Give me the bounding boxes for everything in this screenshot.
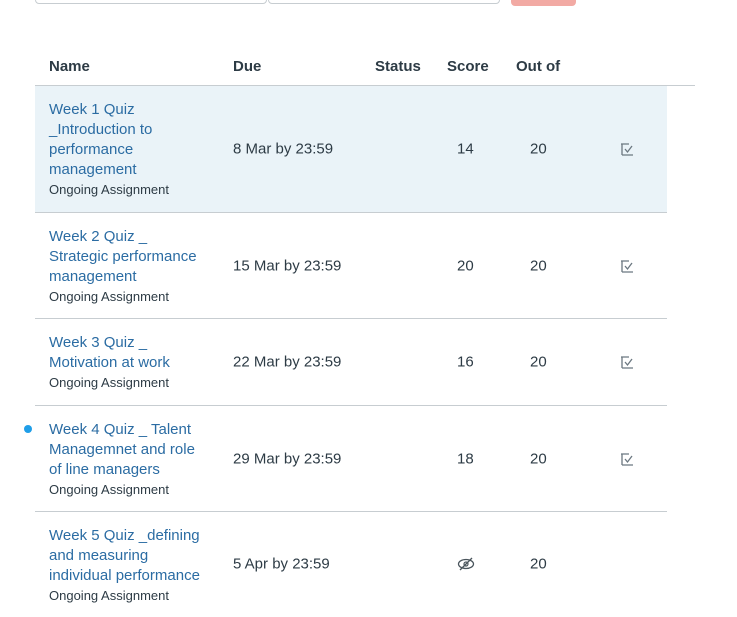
table-row: Week 1 Quiz _Introduction to performance…: [35, 86, 667, 213]
header-name[interactable]: Name: [49, 58, 90, 75]
title-line: Week 2 Quiz _: [49, 228, 148, 245]
table-row: Week 4 Quiz _ Talent Managemnet and role…: [24, 406, 667, 512]
out-of-value: 20: [530, 257, 547, 274]
header-status: Status: [375, 58, 421, 75]
apply-button[interactable]: [511, 0, 576, 6]
out-of-value: 20: [530, 353, 547, 371]
title-line: Week 3 Quiz _: [49, 334, 148, 351]
score-value: 20: [457, 257, 474, 274]
table-row: Week 3 Quiz _ Motivation at work Ongoing…: [35, 319, 667, 406]
score-value: 14: [457, 140, 474, 158]
table-row: Week 5 Quiz _defining and measuring indi…: [35, 512, 667, 617]
title-line: Motivation at work: [49, 354, 170, 371]
filter-select-2[interactable]: [268, 0, 500, 4]
assignment-name-cell: Week 2 Quiz _ Strategic performance mana…: [49, 227, 197, 305]
header-due[interactable]: Due: [233, 58, 261, 75]
title-line: Week 1 Quiz: [49, 101, 135, 118]
filter-select-1[interactable]: [35, 0, 267, 4]
header-score: Score: [447, 58, 489, 75]
assignment-name-cell: Week 4 Quiz _ Talent Managemnet and role…: [49, 420, 195, 498]
title-line: and measuring: [49, 547, 149, 564]
score-value: 16: [457, 353, 474, 371]
assignment-name-cell: Week 3 Quiz _ Motivation at work Ongoing…: [49, 333, 170, 391]
top-filter-bar: [0, 0, 737, 6]
assignment-name-cell: Week 5 Quiz _defining and measuring indi…: [49, 526, 200, 604]
grades-table: Name Due Status Score Out of Week 1 Quiz…: [24, 48, 695, 617]
assignment-group-label: Ongoing Assignment: [49, 482, 169, 497]
assignment-group-label: Ongoing Assignment: [49, 375, 169, 390]
due-date: 8 Mar by 23:59: [233, 140, 334, 158]
out-of-value: 20: [530, 140, 547, 158]
out-of-value: 20: [530, 555, 547, 573]
title-line: management: [49, 268, 137, 285]
assignment-title-link[interactable]: Week 5 Quiz _defining and measuring indi…: [49, 526, 200, 586]
assignment-title-link[interactable]: Week 2 Quiz _ Strategic performance mana…: [49, 227, 197, 287]
hidden-eye-icon: [457, 557, 475, 571]
title-line: of line managers: [49, 461, 160, 478]
assignment-title-link[interactable]: Week 1 Quiz _Introduction to performance…: [49, 100, 169, 180]
title-line: Strategic performance: [49, 248, 197, 265]
title-line: Week 5 Quiz _defining: [49, 527, 200, 544]
rubric-icon[interactable]: [619, 141, 635, 157]
table-row: Week 2 Quiz _ Strategic performance mana…: [35, 213, 667, 319]
title-line: Managemnet and role: [49, 441, 195, 458]
assignment-name-cell: Week 1 Quiz _Introduction to performance…: [49, 100, 169, 198]
table-header: Name Due Status Score Out of: [35, 48, 695, 86]
due-date: 29 Mar by 23:59: [233, 450, 342, 467]
assignment-group-label: Ongoing Assignment: [49, 289, 169, 304]
title-line: management: [49, 161, 137, 178]
rubric-icon[interactable]: [619, 451, 635, 467]
title-line: individual performance: [49, 567, 200, 584]
assignment-group-label: Ongoing Assignment: [49, 182, 169, 197]
rubric-icon[interactable]: [619, 258, 635, 274]
header-out-of: Out of: [516, 58, 561, 75]
due-date: 5 Apr by 23:59: [233, 555, 330, 573]
due-date: 22 Mar by 23:59: [233, 353, 342, 371]
assignment-title-link[interactable]: Week 3 Quiz _ Motivation at work: [49, 333, 170, 373]
title-line: _Introduction to: [49, 121, 153, 138]
title-line: Week 4 Quiz _ Talent: [49, 421, 192, 438]
assignment-group-label: Ongoing Assignment: [49, 588, 169, 603]
score-value: 18: [457, 450, 474, 467]
title-line: performance: [49, 141, 134, 158]
unread-indicator: [24, 425, 32, 433]
assignment-title-link[interactable]: Week 4 Quiz _ Talent Managemnet and role…: [49, 420, 195, 480]
due-date: 15 Mar by 23:59: [233, 257, 342, 274]
out-of-value: 20: [530, 450, 547, 467]
rubric-icon[interactable]: [619, 354, 635, 370]
